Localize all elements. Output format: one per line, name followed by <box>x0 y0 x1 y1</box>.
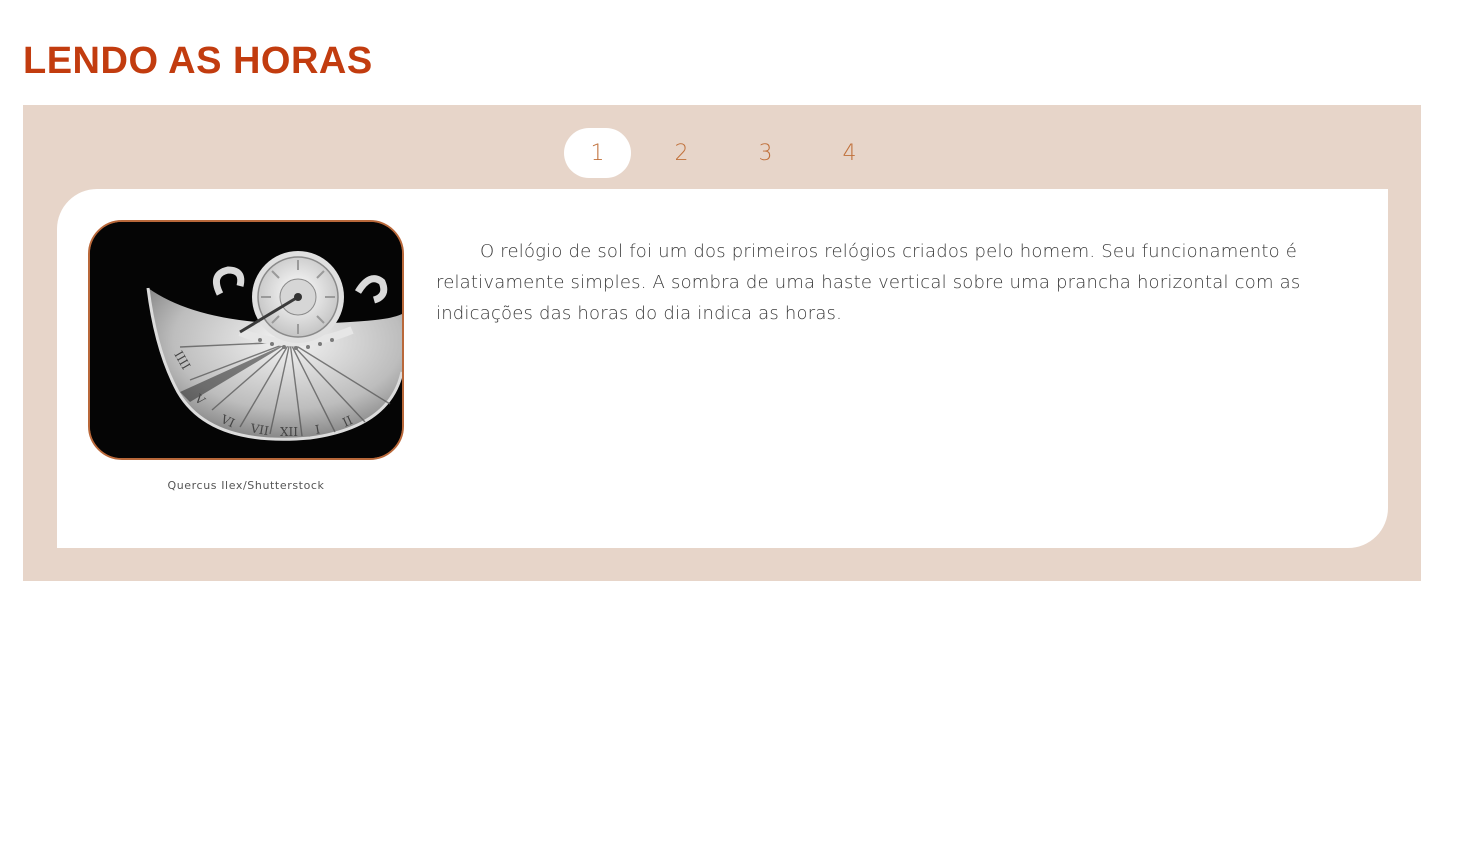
body-paragraph: O relógio de sol foi um dos primeiros re… <box>436 241 1301 324</box>
carousel-panel: 1 2 3 4 IIII V VI VII XII I II Quercus I… <box>23 105 1421 581</box>
image-credit: Quercus Ilex/Shutterstock <box>167 479 325 492</box>
figure: IIII V VI VII XII I II Quercus Ilex/Shut… <box>88 220 404 492</box>
tab-1[interactable]: 1 <box>564 128 631 178</box>
sundial-illustration: IIII V VI VII XII I II <box>90 222 402 458</box>
svg-text:XII: XII <box>280 425 298 439</box>
page-title: LENDO AS HORAS <box>23 40 373 82</box>
sundial-photo: IIII V VI VII XII I II <box>88 220 404 460</box>
page-tabs: 1 2 3 4 <box>564 128 883 178</box>
tab-4[interactable]: 4 <box>816 128 883 178</box>
tab-2[interactable]: 2 <box>648 128 715 178</box>
content-card: IIII V VI VII XII I II Quercus Ilex/Shut… <box>57 189 1388 548</box>
tab-3[interactable]: 3 <box>732 128 799 178</box>
